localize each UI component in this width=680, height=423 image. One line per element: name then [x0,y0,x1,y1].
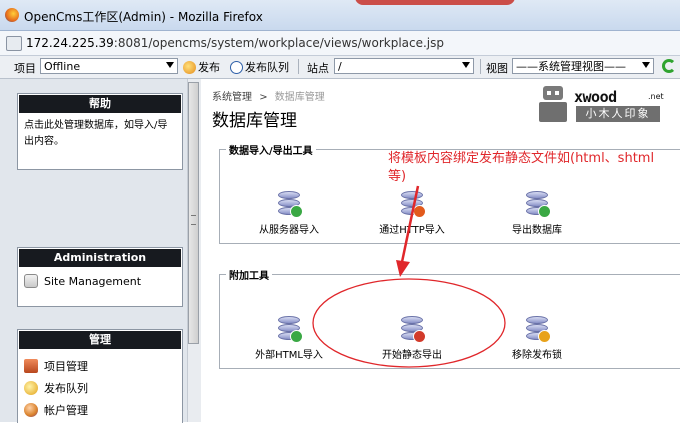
publish-queue-button-label: 发布队列 [245,61,289,74]
window-title: OpenCms工作区(Admin) - Mozilla Firefox [24,10,263,24]
html-import-icon [278,316,303,343]
tool-label: 导出数据库 [512,225,562,236]
sidebar-item-label: 发布队列 [44,382,88,395]
tool-label: 开始静态导出 [382,350,442,361]
site-label: 站点 [307,62,329,75]
publish-queue-icon [24,381,38,395]
manage-box: 管理 项目管理 发布队列 帐户管理 [17,329,183,423]
window-title-bar: OpenCms工作区(Admin) - Mozilla Firefox [0,0,680,31]
site-select[interactable]: / [334,58,474,74]
breadcrumb-separator: > [259,92,268,103]
sidebar-item-label: 项目管理 [44,360,88,373]
breadcrumb: 系统管理 > 数据库管理 [212,88,325,103]
page-icon [6,36,22,51]
static-export-icon [401,316,426,343]
publish-icon [183,60,196,74]
logo-subtitle: 小木人印象 [576,106,660,122]
project-label: 项目 [14,62,36,75]
group-legend: 数据导入/导出工具 [229,146,313,157]
group-legend: 附加工具 [229,271,269,282]
url-path: :8081/opencms/system/workplace/views/wor… [113,36,445,50]
help-box-title: 帮助 [19,95,181,113]
chevron-down-icon [166,62,174,68]
import-via-http-tool[interactable]: 通过HTTP导入 [367,191,457,236]
remove-publish-lock-tool[interactable]: 移除发布锁 [492,316,582,361]
export-database-tool[interactable]: 导出数据库 [492,191,582,236]
breadcrumb-root[interactable]: 系统管理 [212,92,252,103]
tool-label: 外部HTML导入 [255,350,323,361]
database-icon [278,191,303,218]
project-select[interactable]: Offline [40,58,178,74]
import-from-server-tool[interactable]: 从服务器导入 [244,191,334,236]
publish-queue-button[interactable]: 发布队列 [230,59,289,75]
sidebar-item-label: Site Management [44,274,142,288]
administration-box-title: Administration [19,249,181,267]
page-title: 数据库管理 [212,111,297,131]
scrollbar-grip [191,215,196,225]
robot-logo-icon [536,86,570,122]
url-field[interactable]: 172.24.225.39:8081/opencms/system/workpl… [26,36,444,50]
breadcrumb-current: 数据库管理 [274,92,325,103]
external-html-import-tool[interactable]: 外部HTML导入 [244,316,334,361]
logo-word: xwood [574,88,617,106]
address-bar[interactable]: 172.24.225.39:8081/opencms/system/workpl… [0,31,680,56]
tool-label: 移除发布锁 [512,350,562,361]
tool-label: 通过HTTP导入 [379,225,445,236]
tool-label: 从服务器导入 [259,225,319,236]
administration-box: Administration Site Management [17,247,183,307]
publish-button[interactable]: 发布 [183,59,220,75]
workplace-toolbar: 项目 Offline 发布 发布队列 站点 / 视图 ——系统管理视图—— [0,56,680,79]
sidebar-item-label: 帐户管理 [44,404,88,417]
project-icon [24,359,38,373]
database-lock-icon [526,316,551,343]
project-select-value: Offline [44,60,81,73]
sidebar-item-account-management[interactable]: 帐户管理 [18,399,182,421]
toolbar-divider [298,59,299,74]
account-icon [24,403,38,417]
sidebar-item-project-management[interactable]: 项目管理 [18,355,182,377]
tool-badge [538,330,551,343]
scrollbar-thumb[interactable] [188,82,199,344]
site-management-icon [24,274,38,288]
tool-badge [413,205,426,218]
xwood-logo: xwood .net 小木人印象 [536,84,664,124]
chevron-down-icon [642,62,650,68]
database-icon [401,191,426,218]
additional-tools-group: 附加工具 外部HTML导入 开始静态导出 移除发布锁 [219,267,680,369]
brand-banner-edge [355,0,515,5]
tool-badge [413,330,426,343]
help-box: 帮助 点击此处管理数据库，如导入/导出内容。 [17,93,183,170]
publish-queue-icon [230,60,243,74]
view-label: 视图 [486,62,508,75]
site-select-value: / [338,60,342,73]
help-text[interactable]: 点击此处管理数据库，如导入/导出内容。 [18,114,182,154]
database-icon [526,191,551,218]
tool-badge [290,330,303,343]
start-static-export-tool[interactable]: 开始静态导出 [367,316,457,361]
url-host: 172.24.225.39 [26,36,114,50]
annotation-text: 将模板内容绑定发布静态文件如(html、shtml等) [388,151,655,184]
view-select-value: ——系统管理视图—— [516,60,626,73]
publish-button-label: 发布 [198,61,220,74]
toolbar-divider [480,59,481,74]
tool-badge [538,205,551,218]
reload-icon[interactable] [662,59,676,73]
manage-box-title: 管理 [19,331,181,349]
chevron-down-icon [462,62,470,68]
sidebar-item-site-management[interactable]: Site Management [18,271,182,291]
logo-tld: .net [648,92,664,101]
sidebar-item-publish-queue[interactable]: 发布队列 [18,377,182,399]
view-select[interactable]: ——系统管理视图—— [512,58,654,74]
tool-badge [290,205,303,218]
firefox-icon [5,8,19,22]
